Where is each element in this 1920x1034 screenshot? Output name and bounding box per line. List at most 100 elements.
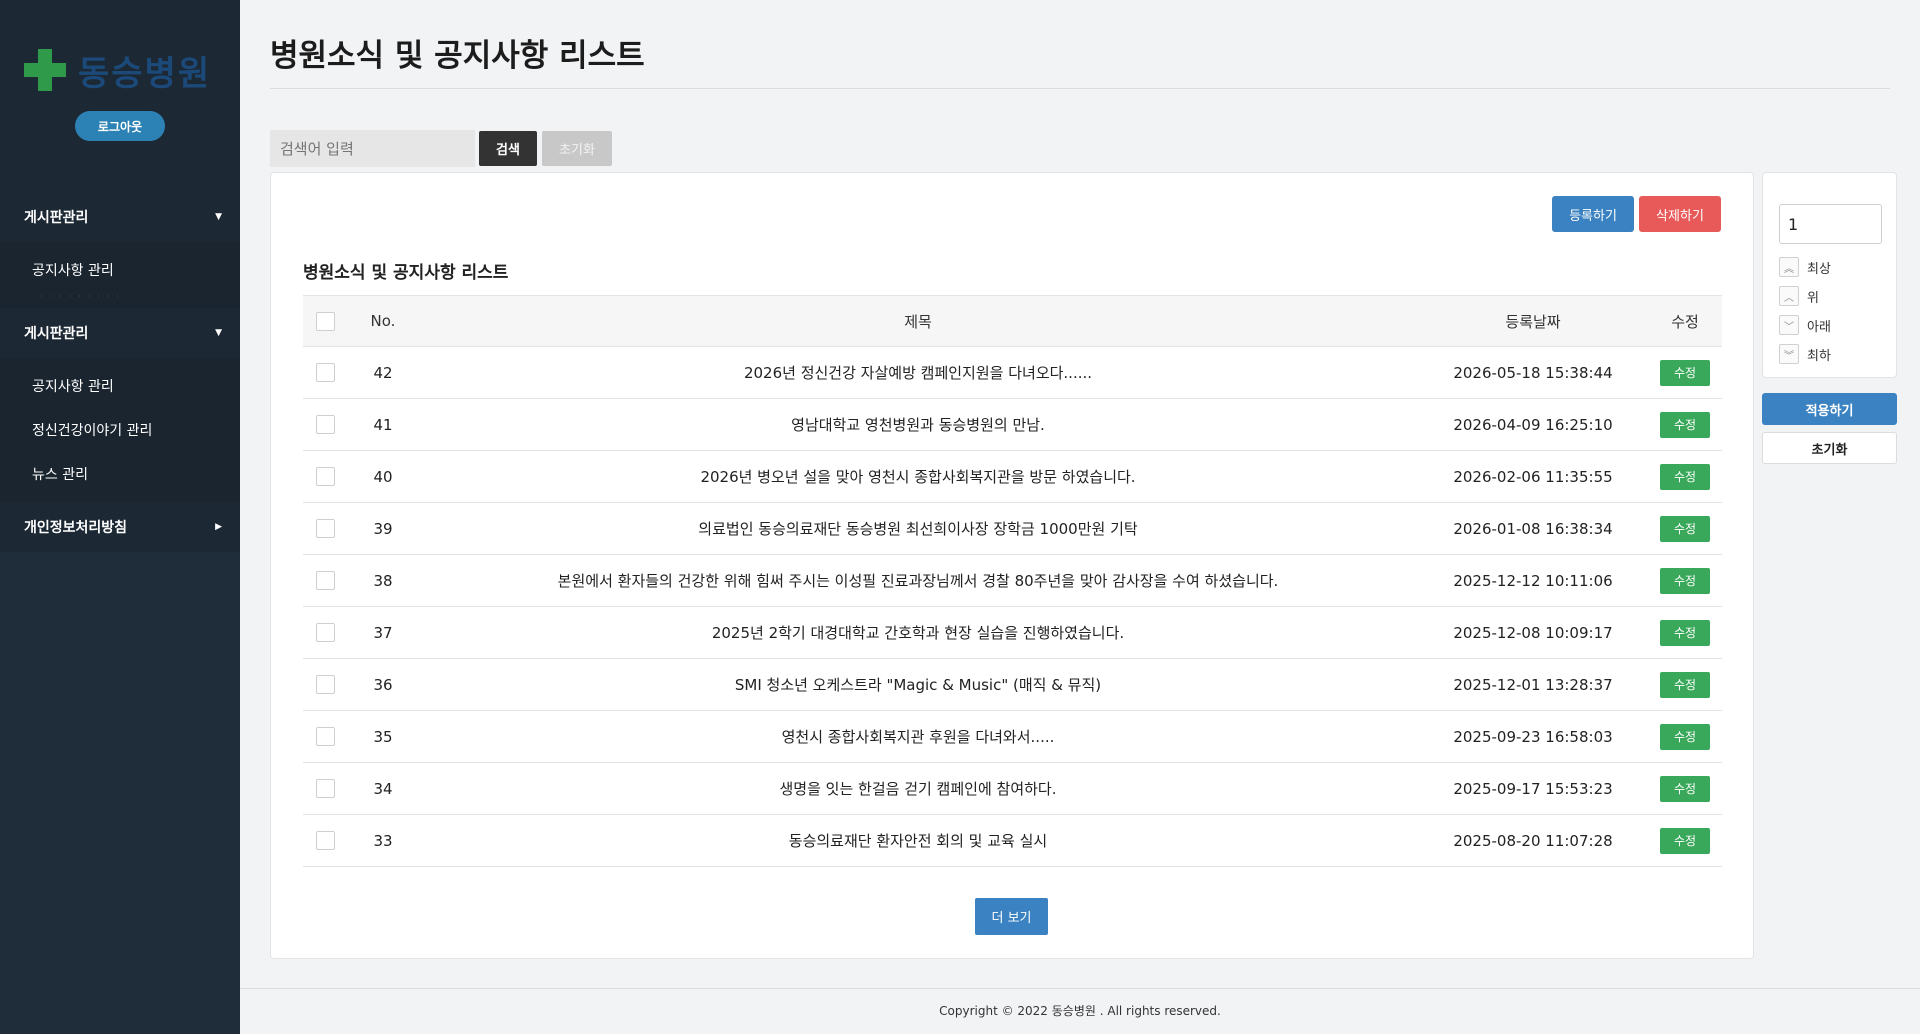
search-button[interactable]: 검색 <box>479 131 537 166</box>
table-row[interactable]: 36 SMI 청소년 오케스트라 "Magic & Music" (매직 & 뮤… <box>303 659 1722 711</box>
table-row[interactable]: 40 2026년 병오년 설을 맞아 영천시 종합사회복지관을 방문 하였습니다… <box>303 451 1722 503</box>
edit-button[interactable]: 수정 <box>1660 619 1710 646</box>
notice-table: No. 제목 등록날짜 수정 42 2026년 정신건강 자살예방 캠페인지원을… <box>303 295 1722 867</box>
edit-button[interactable]: 수정 <box>1660 515 1710 542</box>
row-title[interactable]: 의료법인 동승의료재단 동승병원 최선희이사장 장학금 1000만원 기탁 <box>418 518 1418 539</box>
menu-item-mental-health[interactable]: 정신건강이야기 관리 <box>0 408 240 452</box>
order-option-bottom[interactable]: ︾ 최하 <box>1779 344 1831 364</box>
row-checkbox[interactable] <box>316 831 335 850</box>
table-row[interactable]: 35 영천시 종합사회복지관 후원을 다녀와서..... 2025-09-23 … <box>303 711 1722 763</box>
column-header-edit: 수정 <box>1671 312 1699 331</box>
table-row[interactable]: 34 생명을 잇는 한걸음 걷기 캠페인에 참여하다. 2025-09-17 1… <box>303 763 1722 815</box>
menu-item-notice[interactable]: 공지사항 관리 <box>0 248 240 292</box>
list-title: 병원소식 및 공지사항 리스트 <box>303 263 509 283</box>
row-no: 41 <box>373 415 393 434</box>
order-option-label: 최상 <box>1807 261 1831 277</box>
menu-item-news[interactable]: 뉴스 관리 <box>0 452 240 496</box>
apply-order-button[interactable]: 적용하기 <box>1762 393 1897 425</box>
row-title[interactable]: 영남대학교 영천병원과 동승병원의 만남. <box>418 414 1418 435</box>
menu-head-label: 게시판관리 <box>24 210 89 226</box>
row-title[interactable]: 생명을 잇는 한걸음 걷기 캠페인에 참여하다. <box>418 778 1418 799</box>
row-date: 2025-12-01 13:28:37 <box>1453 675 1613 694</box>
chevron-up-icon: ︿ <box>1779 286 1799 306</box>
row-title[interactable]: 2026년 정신건강 자살예방 캠페인지원을 다녀오다...... <box>418 362 1418 383</box>
row-checkbox[interactable] <box>316 675 335 694</box>
row-checkbox[interactable] <box>316 519 335 538</box>
row-checkbox[interactable] <box>316 727 335 746</box>
table-row[interactable]: 41 영남대학교 영천병원과 동승병원의 만남. 2026-04-09 16:2… <box>303 399 1722 451</box>
search-reset-button[interactable]: 초기화 <box>542 131 612 166</box>
table-row[interactable]: 42 2026년 정신건강 자살예방 캠페인지원을 다녀오다...... 202… <box>303 347 1722 399</box>
row-no: 34 <box>373 779 393 798</box>
search-input[interactable] <box>270 130 475 167</box>
row-no: 33 <box>373 831 393 850</box>
menu-item-notice-2[interactable]: 공지사항 관리 <box>0 364 240 408</box>
edit-button[interactable]: 수정 <box>1660 463 1710 490</box>
menu-head-label: 게시판관리 <box>24 326 89 342</box>
table-row[interactable]: 38 본원에서 환자들의 건강한 위해 힘써 주시는 이성필 진료과장님께서 경… <box>303 555 1722 607</box>
divider-dots: ········· <box>40 292 126 301</box>
menu-head-privacy[interactable]: 개인정보처리방침 ▶ <box>0 502 240 552</box>
caret-down-icon: ▼ <box>215 328 222 338</box>
order-option-label: 최하 <box>1807 348 1831 364</box>
row-checkbox[interactable] <box>316 779 335 798</box>
select-all-checkbox[interactable] <box>316 311 335 331</box>
register-button[interactable]: 등록하기 <box>1552 196 1634 232</box>
row-date: 2025-09-23 16:58:03 <box>1453 727 1613 746</box>
order-option-top[interactable]: ︽ 최상 <box>1779 257 1831 277</box>
table-row[interactable]: 39 의료법인 동승의료재단 동승병원 최선희이사장 장학금 1000만원 기탁… <box>303 503 1722 555</box>
double-chevron-up-icon: ︽ <box>1779 257 1799 277</box>
row-checkbox[interactable] <box>316 467 335 486</box>
row-date: 2026-04-09 16:25:10 <box>1453 415 1613 434</box>
row-no: 37 <box>373 623 393 642</box>
sidebar: 동승병원 로그아웃 게시판관리 ▼ 공지사항 관리 ········· 게시판관… <box>0 0 240 1034</box>
row-checkbox[interactable] <box>316 623 335 642</box>
menu-head-board-1[interactable]: 게시판관리 ▼ <box>0 192 240 242</box>
row-no: 42 <box>373 363 393 382</box>
edit-button[interactable]: 수정 <box>1660 567 1710 594</box>
load-more-button[interactable]: 더 보기 <box>975 898 1048 935</box>
table-row[interactable]: 37 2025년 2학기 대경대학교 간호학과 현장 실습을 진행하였습니다. … <box>303 607 1722 659</box>
order-option-label: 위 <box>1807 290 1819 306</box>
row-date: 2026-05-18 15:38:44 <box>1453 363 1613 382</box>
row-date: 2025-09-17 15:53:23 <box>1453 779 1613 798</box>
edit-button[interactable]: 수정 <box>1660 411 1710 438</box>
column-header-date: 등록날짜 <box>1505 312 1561 331</box>
row-no: 35 <box>373 727 393 746</box>
row-checkbox[interactable] <box>316 571 335 590</box>
table-row[interactable]: 33 동승의료재단 환자안전 회의 및 교육 실시 2025-08-20 11:… <box>303 815 1722 867</box>
sidebar-header: 동승병원 로그아웃 <box>0 0 240 192</box>
row-title[interactable]: 동승의료재단 환자안전 회의 및 교육 실시 <box>418 830 1418 851</box>
column-header-title: 제목 <box>904 312 932 331</box>
footer-copyright: Copyright © 2022 동승병원 . All rights reser… <box>939 1004 1221 1018</box>
row-date: 2025-12-08 10:09:17 <box>1453 623 1613 642</box>
edit-button[interactable]: 수정 <box>1660 775 1710 802</box>
column-header-no: No. <box>370 312 396 330</box>
order-number-input[interactable] <box>1779 204 1882 244</box>
edit-button[interactable]: 수정 <box>1660 827 1710 854</box>
reset-order-button[interactable]: 초기화 <box>1762 432 1897 464</box>
row-title[interactable]: SMI 청소년 오케스트라 "Magic & Music" (매직 & 뮤직) <box>418 674 1418 695</box>
row-title[interactable]: 영천시 종합사회복지관 후원을 다녀와서..... <box>418 726 1418 747</box>
logout-button[interactable]: 로그아웃 <box>75 111 165 141</box>
row-title[interactable]: 2025년 2학기 대경대학교 간호학과 현장 실습을 진행하였습니다. <box>418 622 1418 643</box>
row-checkbox[interactable] <box>316 415 335 434</box>
edit-button[interactable]: 수정 <box>1660 671 1710 698</box>
hospital-logo[interactable]: 동승병원 <box>24 49 219 94</box>
caret-right-icon: ▶ <box>215 522 222 532</box>
footer-divider <box>240 988 1920 989</box>
row-date: 2026-02-06 11:35:55 <box>1453 467 1613 486</box>
row-title[interactable]: 2026년 병오년 설을 맞아 영천시 종합사회복지관을 방문 하였습니다. <box>418 466 1418 487</box>
cross-logo-icon <box>24 49 66 91</box>
edit-button[interactable]: 수정 <box>1660 723 1710 750</box>
logo-text: 동승병원 <box>78 53 212 94</box>
edit-button[interactable]: 수정 <box>1660 359 1710 386</box>
delete-button[interactable]: 삭제하기 <box>1639 196 1721 232</box>
menu-group-privacy: 개인정보처리방침 ▶ <box>0 502 240 552</box>
row-checkbox[interactable] <box>316 363 335 382</box>
row-title[interactable]: 본원에서 환자들의 건강한 위해 힘써 주시는 이성필 진료과장님께서 경찰 8… <box>418 570 1418 591</box>
menu-head-board-2[interactable]: 게시판관리 ▼ <box>0 308 240 358</box>
order-option-down[interactable]: ﹀ 아래 <box>1779 315 1831 335</box>
order-option-up[interactable]: ︿ 위 <box>1779 286 1819 306</box>
submenu-board-2: 공지사항 관리 정신건강이야기 관리 뉴스 관리 <box>0 358 240 502</box>
